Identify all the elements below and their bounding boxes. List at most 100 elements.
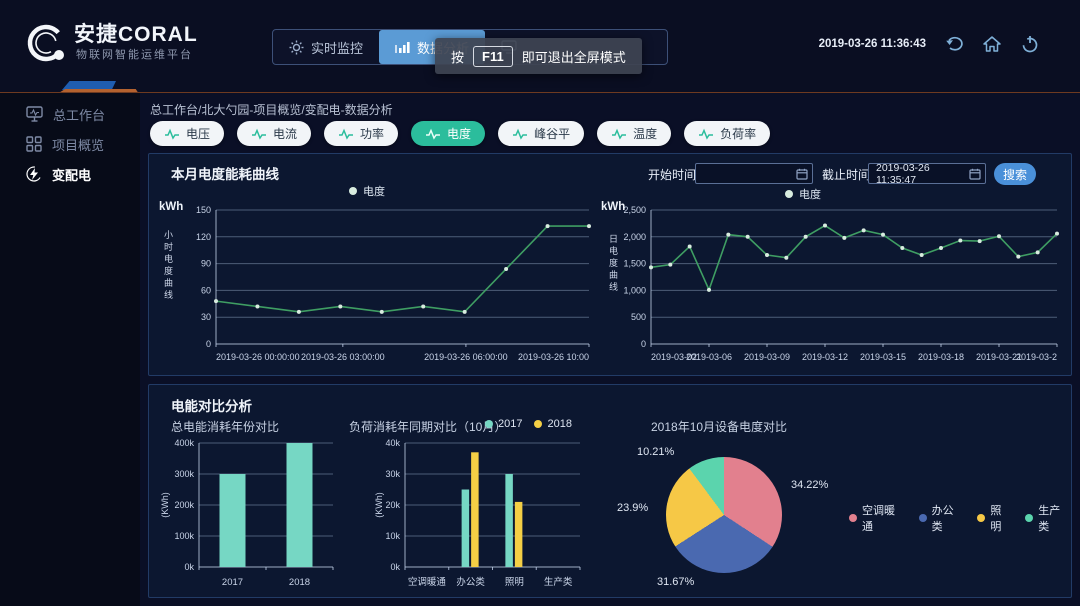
pulse-icon: [251, 128, 267, 140]
datetime-display: 2019-03-26 11:36:43: [819, 38, 926, 50]
svg-text:30: 30: [201, 312, 211, 322]
legend-label: 生产类: [1038, 502, 1071, 534]
calendar-icon[interactable]: [969, 168, 981, 180]
pie-label-production: 10.21%: [637, 446, 674, 458]
legend-label: 照明: [990, 502, 1012, 534]
svg-text:500: 500: [631, 312, 646, 322]
svg-text:90: 90: [201, 259, 211, 269]
pulse-icon: [164, 128, 180, 140]
svg-text:(KWh): (KWh): [374, 492, 384, 518]
app-title: 安捷CORAL: [74, 18, 198, 48]
power-icon[interactable]: [1020, 34, 1040, 54]
sidebar-item-label: 总工作台: [53, 105, 105, 124]
svg-text:150: 150: [196, 205, 211, 215]
legend-item-office[interactable]: 办公类: [919, 502, 965, 534]
legend-dot: [785, 190, 793, 198]
breadcrumb[interactable]: 总工作台/北大勺园-项目概览/变配电-数据分析: [150, 101, 393, 118]
tab-energy[interactable]: 电度: [411, 121, 485, 146]
brand-logo-icon: [24, 20, 70, 66]
gear-icon: [289, 40, 304, 55]
tab-label: 电度: [447, 125, 471, 142]
pie-label-lighting: 23.9%: [617, 502, 648, 514]
legend-dot: [534, 420, 542, 428]
main-content: 总工作台/北大勺园-项目概览/变配电-数据分析 电压 电流 功率 电度 峰谷平 …: [140, 93, 1080, 606]
pie-title: 2018年10月设备电度对比: [651, 418, 787, 435]
tab-label: 电压: [186, 125, 210, 142]
end-time-value: 2019-03-26 11:35:47: [876, 162, 965, 186]
legend-dot: [919, 514, 927, 522]
bar-chart-icon: [395, 40, 410, 54]
top-right-controls: 2019-03-26 11:36:43: [819, 34, 1040, 54]
svg-text:空调暖通: 空调暖通: [408, 576, 447, 588]
grid-icon: [26, 136, 42, 152]
tab-label: 峰谷平: [534, 125, 570, 142]
legend-item-production[interactable]: 生产类: [1025, 502, 1071, 534]
tab-voltage[interactable]: 电压: [150, 121, 224, 146]
start-time-label: 开始时间: [648, 166, 696, 183]
svg-text:2019-03-26 10:00: 2019-03-26 10:00: [518, 352, 589, 362]
tab-current[interactable]: 电流: [237, 121, 311, 146]
legend-item-2017[interactable]: 2017: [485, 418, 522, 430]
hourly-chart-title: 本月电度能耗曲线: [171, 163, 279, 183]
svg-text:2019-03-06: 2019-03-06: [686, 352, 732, 362]
svg-text:2019-03-2: 2019-03-2: [1016, 352, 1057, 362]
sidebar-item-workbench[interactable]: 总工作台: [0, 99, 140, 129]
sidebar: 总工作台 项目概览 变配电: [0, 93, 140, 606]
calendar-icon[interactable]: [796, 168, 808, 180]
legend-dot: [1025, 514, 1033, 522]
svg-text:60: 60: [201, 285, 211, 295]
compare-section-title: 电能对比分析: [171, 395, 252, 415]
svg-text:0k: 0k: [390, 562, 400, 572]
f11-keycap: F11: [473, 46, 513, 67]
svg-text:2019-03-12: 2019-03-12: [802, 352, 848, 362]
svg-text:1,500: 1,500: [623, 259, 646, 269]
daily-chart-legend[interactable]: 电度: [785, 186, 821, 202]
yearly-bar-chart: 0k100k200k300k400k(KWh)20172018: [157, 437, 339, 589]
tab-power[interactable]: 功率: [324, 121, 398, 146]
monthly-bar-legend: 2017 2018: [485, 418, 572, 430]
pie-label-office: 31.67%: [657, 576, 694, 588]
sidebar-item-project-overview[interactable]: 项目概览: [0, 129, 140, 159]
svg-text:2019-03-26 03:00:00: 2019-03-26 03:00:00: [301, 352, 385, 362]
fullscreen-exit-tooltip: 按 F11 即可退出全屏模式: [435, 38, 642, 74]
sidebar-item-power-distribution[interactable]: 变配电: [0, 159, 140, 189]
legend-label: 电度: [799, 186, 821, 202]
tab-temperature[interactable]: 温度: [597, 121, 671, 146]
tab-peak-valley[interactable]: 峰谷平: [498, 121, 584, 146]
device-pie-chart[interactable]: [666, 457, 782, 573]
legend-dot: [349, 187, 357, 195]
tab-load-rate[interactable]: 负荷率: [684, 121, 770, 146]
svg-text:2019-03-26 00:00:00: 2019-03-26 00:00:00: [216, 352, 300, 362]
svg-text:100k: 100k: [174, 531, 194, 541]
folder-tab-blue: [62, 81, 116, 90]
svg-text:2018: 2018: [289, 577, 310, 588]
lightning-icon: [26, 166, 42, 182]
back-icon[interactable]: [944, 34, 964, 54]
svg-text:0: 0: [641, 339, 646, 349]
svg-text:300k: 300k: [174, 469, 194, 479]
svg-text:20k: 20k: [385, 500, 400, 510]
legend-label: 空调暖通: [862, 502, 906, 534]
legend-item-hvac[interactable]: 空调暖通: [849, 502, 906, 534]
end-time-label: 截止时间: [822, 166, 870, 183]
hourly-chart-legend[interactable]: 电度: [349, 183, 385, 199]
svg-text:2,000: 2,000: [623, 232, 646, 242]
svg-text:照明: 照明: [505, 577, 524, 588]
legend-item-2018[interactable]: 2018: [534, 418, 571, 430]
end-time-input[interactable]: 2019-03-26 11:35:47: [868, 163, 986, 184]
home-icon[interactable]: [982, 34, 1002, 54]
legend-label: 2018: [547, 418, 571, 430]
start-time-input[interactable]: [695, 163, 813, 184]
svg-text:生产类: 生产类: [544, 576, 573, 588]
svg-text:40k: 40k: [385, 438, 400, 448]
pulse-icon: [611, 128, 627, 140]
svg-text:2019-03-26 06:00:00: 2019-03-26 06:00:00: [424, 352, 508, 362]
svg-text:2019-03-09: 2019-03-09: [744, 352, 790, 362]
energy-compare-panel: 电能对比分析 总电能消耗年份对比 0k100k200k300k400k(KWh)…: [148, 384, 1072, 598]
search-button[interactable]: 搜索: [994, 163, 1036, 185]
tab-label: 负荷率: [720, 125, 756, 142]
svg-text:30k: 30k: [385, 469, 400, 479]
pulse-icon: [425, 128, 441, 140]
nav-realtime-monitor[interactable]: 实时监控: [273, 30, 379, 64]
legend-item-lighting[interactable]: 照明: [977, 502, 1012, 534]
